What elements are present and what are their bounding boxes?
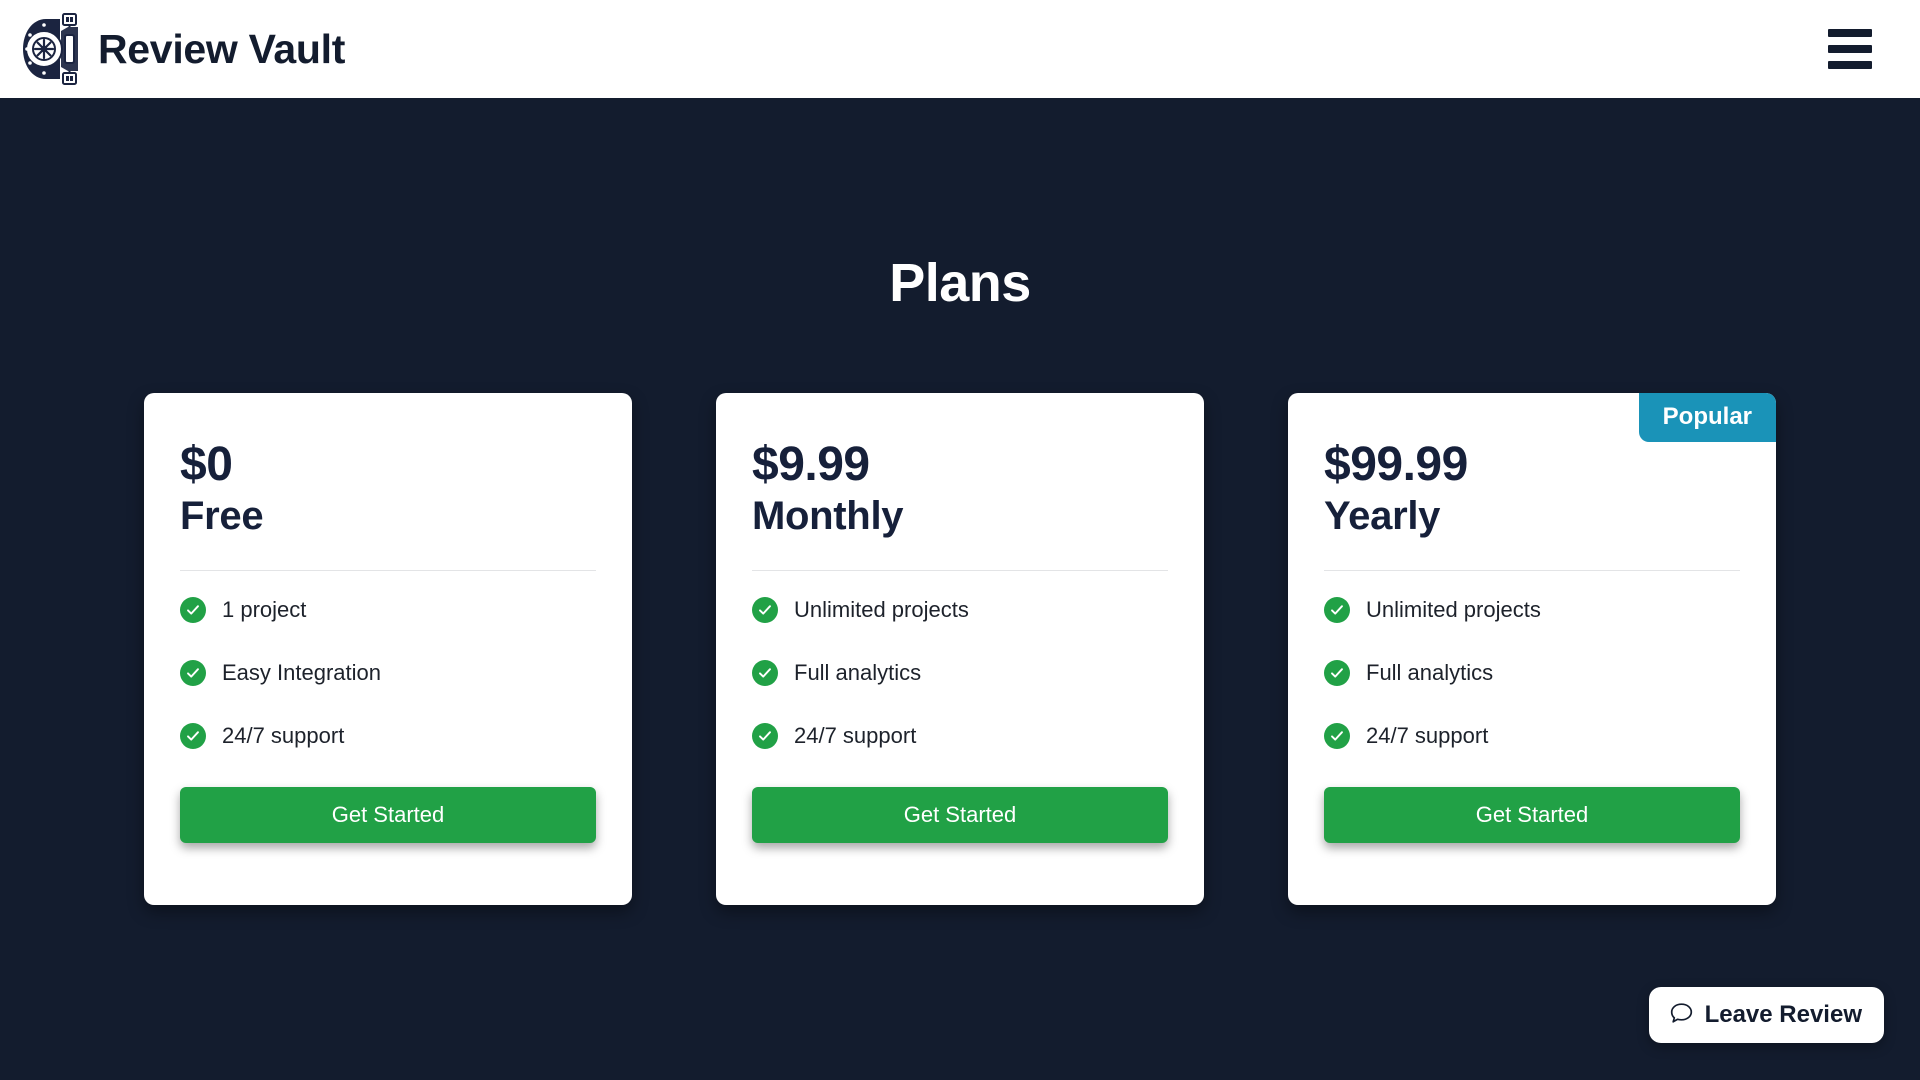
status-badge-popular: Popular — [1638, 393, 1776, 442]
feature-label: Full analytics — [1366, 659, 1494, 685]
plan-price: $0 — [180, 438, 233, 491]
list-item: Full analytics — [752, 659, 1168, 686]
site-header: Review Vault — [0, 0, 1920, 98]
feature-label: 24/7 support — [1366, 722, 1489, 748]
check-circle-icon — [752, 722, 778, 749]
brand-title: Review Vault — [98, 25, 346, 72]
check-circle-icon — [752, 596, 778, 623]
get-started-button[interactable]: Get Started — [752, 786, 1168, 843]
plan-price: $99.99 — [1324, 438, 1468, 491]
pricing-plans-row: $0 Free 1 project Easy Integration 24/7 … — [0, 393, 1920, 905]
plan-card-free: $0 Free 1 project Easy Integration 24/7 … — [144, 393, 632, 905]
divider — [1324, 569, 1740, 571]
vault-door-icon — [20, 13, 84, 85]
page-title: Plans — [889, 253, 1031, 313]
list-item: 24/7 support — [752, 722, 1168, 749]
check-circle-icon — [180, 722, 206, 749]
list-item: Unlimited projects — [752, 596, 1168, 623]
hamburger-bar-1 — [1828, 29, 1872, 37]
plan-name: Monthly — [752, 493, 904, 538]
feature-label: Easy Integration — [222, 659, 381, 685]
hamburger-menu-icon[interactable] — [1828, 29, 1872, 69]
list-item: Full analytics — [1324, 659, 1740, 686]
check-circle-icon — [752, 659, 778, 686]
plan-name: Yearly — [1324, 493, 1441, 538]
feature-label: 1 project — [222, 596, 307, 622]
plan-price: $9.99 — [752, 438, 870, 491]
check-circle-icon — [1324, 596, 1350, 623]
list-item: 1 project — [180, 596, 596, 623]
list-item: 24/7 support — [1324, 722, 1740, 749]
plan-card-yearly: Popular $99.99 Yearly Unlimited projects… — [1288, 393, 1776, 905]
main-content: Plans $0 Free 1 project Easy Integration — [0, 98, 1920, 1080]
check-circle-icon — [180, 659, 206, 686]
feature-list: 1 project Easy Integration 24/7 support — [180, 596, 596, 749]
plan-name: Free — [180, 493, 264, 538]
get-started-button[interactable]: Get Started — [180, 786, 596, 843]
divider — [180, 569, 596, 571]
feature-label: 24/7 support — [794, 722, 917, 748]
feature-label: Unlimited projects — [1366, 596, 1541, 622]
hamburger-bar-3 — [1828, 61, 1872, 69]
check-circle-icon — [1324, 722, 1350, 749]
list-item: Unlimited projects — [1324, 596, 1740, 623]
leave-review-label: Leave Review — [1704, 1001, 1862, 1028]
feature-label: 24/7 support — [222, 722, 345, 748]
leave-review-button[interactable]: Leave Review — [1648, 987, 1884, 1043]
check-circle-icon — [180, 596, 206, 623]
feature-list: Unlimited projects Full analytics 24/7 s… — [1324, 596, 1740, 749]
feature-label: Full analytics — [794, 659, 922, 685]
brand[interactable]: Review Vault — [20, 13, 345, 85]
list-item: Easy Integration — [180, 659, 596, 686]
speech-bubble-icon — [1669, 1001, 1694, 1029]
check-circle-icon — [1324, 659, 1350, 686]
feature-list: Unlimited projects Full analytics 24/7 s… — [752, 596, 1168, 749]
get-started-button[interactable]: Get Started — [1324, 786, 1740, 843]
list-item: 24/7 support — [180, 722, 596, 749]
feature-label: Unlimited projects — [794, 596, 969, 622]
plan-card-monthly: $9.99 Monthly Unlimited projects Full an… — [716, 393, 1204, 905]
hamburger-bar-2 — [1828, 45, 1872, 53]
divider — [752, 569, 1168, 571]
